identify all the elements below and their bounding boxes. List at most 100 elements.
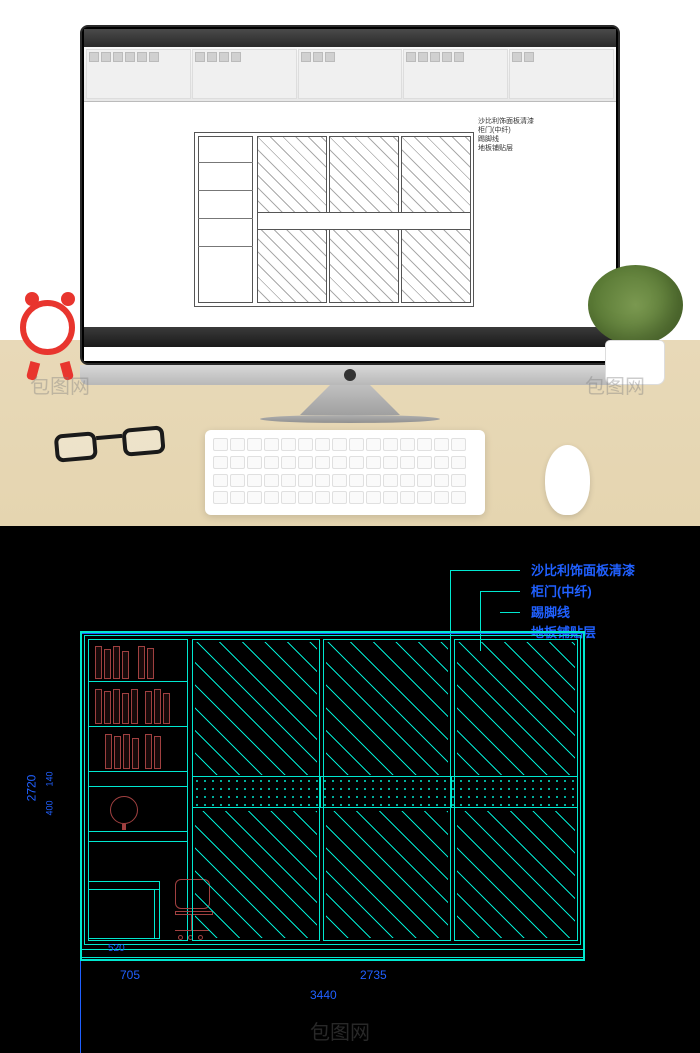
deco-pattern <box>193 777 577 807</box>
desk-scene: 沙比利饰面板清漆 柜门(中纤) 踢脚线 地板铺贴层 <box>0 0 700 526</box>
key <box>366 456 381 469</box>
key <box>247 438 262 451</box>
ribbon-button <box>418 52 428 62</box>
desk-leg <box>154 889 155 939</box>
key <box>400 438 415 451</box>
door-hatch <box>195 811 317 938</box>
key <box>383 491 398 504</box>
decorative-band <box>192 776 578 808</box>
key <box>434 456 449 469</box>
ribbon-group <box>298 49 403 99</box>
key <box>230 438 245 451</box>
chair-wheel <box>178 935 183 940</box>
key <box>247 491 262 504</box>
lens <box>121 425 165 457</box>
potted-plant <box>580 265 690 395</box>
book-item <box>105 734 112 769</box>
book-item <box>104 649 111 679</box>
key <box>213 491 228 504</box>
mini-shelf-line <box>198 246 253 247</box>
mini-shelf-line <box>198 162 253 163</box>
cad-view: 沙比利饰面板清漆 柜门(中纤) 踢脚线 地板铺贴层 <box>0 526 700 1053</box>
clock-face <box>20 300 75 355</box>
ribbon-button <box>454 52 464 62</box>
door-hatch <box>457 811 575 938</box>
book-item <box>145 691 152 724</box>
leader-line <box>500 612 520 613</box>
dim-value: 520 <box>108 943 125 954</box>
book-item <box>95 689 102 724</box>
dim-value: 3440 <box>310 988 337 1002</box>
key <box>383 474 398 487</box>
key <box>349 456 364 469</box>
mini-anno-line: 沙比利饰面板清漆 <box>478 117 534 126</box>
key <box>383 438 398 451</box>
book-item <box>114 736 121 769</box>
key <box>417 438 432 451</box>
book-item <box>154 736 161 769</box>
mini-shelf-line <box>198 190 253 191</box>
ribbon-group <box>192 49 297 99</box>
ribbon-button <box>113 52 123 62</box>
book-item <box>122 693 129 724</box>
book-item <box>113 646 120 679</box>
lens <box>54 431 98 463</box>
key <box>349 474 364 487</box>
key <box>315 491 330 504</box>
key <box>247 456 262 469</box>
cad-elevation-drawing: 705 2735 3440 520 2720 140 400 <box>80 631 640 1011</box>
key <box>332 491 347 504</box>
ribbon-button <box>442 52 452 62</box>
cad-taskbar <box>84 327 616 347</box>
ribbon-group <box>86 49 191 99</box>
leader-line <box>450 570 451 640</box>
bridge <box>96 434 122 440</box>
plant-pot <box>605 340 665 385</box>
shelf-divider <box>88 681 188 682</box>
cad-titlebar <box>84 29 616 47</box>
door-hatch <box>326 811 448 938</box>
ribbon-group <box>509 49 614 99</box>
key <box>264 491 279 504</box>
key <box>366 438 381 451</box>
door-hatch <box>195 642 317 775</box>
book-item <box>138 646 145 679</box>
key <box>400 491 415 504</box>
key <box>349 491 364 504</box>
mini-cad-drawing: 沙比利饰面板清漆 柜门(中纤) 踢脚线 地板铺贴层 <box>194 132 504 332</box>
computer-mouse <box>545 445 590 515</box>
key <box>400 474 415 487</box>
watermark: 包图网 <box>310 1016 370 1045</box>
key <box>434 474 449 487</box>
mini-anno-line: 柜门(中纤) <box>478 126 534 135</box>
key <box>332 438 347 451</box>
ribbon-button <box>219 52 229 62</box>
ribbon-button <box>313 52 323 62</box>
key <box>213 438 228 451</box>
book-item <box>163 693 170 724</box>
key <box>281 456 296 469</box>
key <box>230 474 245 487</box>
dim-value: 2720 <box>24 775 38 802</box>
shelf-divider <box>88 831 188 832</box>
key <box>298 456 313 469</box>
key <box>366 491 381 504</box>
key <box>281 438 296 451</box>
alarm-clock <box>20 300 80 370</box>
key <box>366 474 381 487</box>
key <box>281 474 296 487</box>
key <box>298 491 313 504</box>
ribbon-button <box>301 52 311 62</box>
ribbon-button <box>89 52 99 62</box>
shelf-divider <box>88 771 188 772</box>
key <box>451 491 466 504</box>
mini-anno-line: 地板铺贴层 <box>478 144 534 153</box>
mini-anno-line: 踢脚线 <box>478 135 534 144</box>
monitor-logo <box>344 369 356 381</box>
key <box>213 456 228 469</box>
globe-icon <box>110 796 138 824</box>
key <box>213 474 228 487</box>
key <box>298 474 313 487</box>
dim-value: 2735 <box>360 968 387 982</box>
keyboard <box>205 430 485 515</box>
